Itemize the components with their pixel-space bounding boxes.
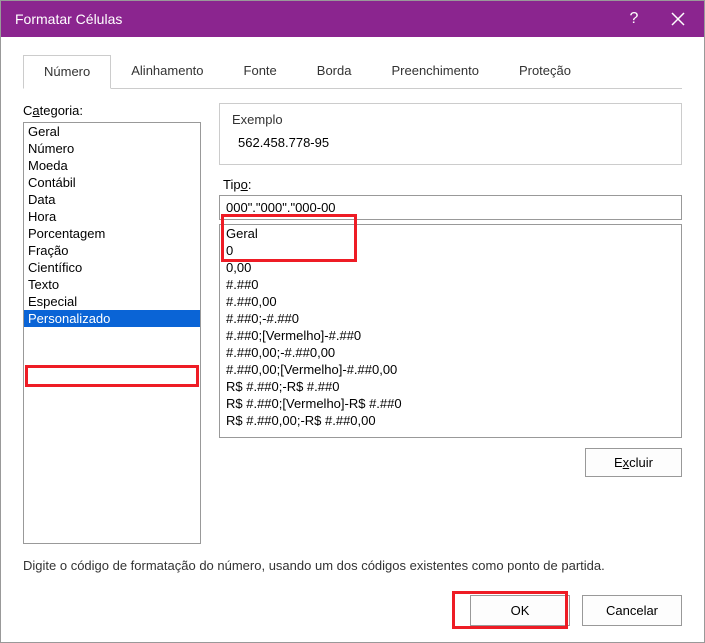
sample-legend: Exemplo	[232, 112, 669, 127]
help-button[interactable]: ?	[612, 1, 656, 37]
tab-font[interactable]: Fonte	[224, 55, 297, 88]
category-column: Categoria: Geral Número Moeda Contábil D…	[23, 103, 201, 544]
tab-strip: Número Alinhamento Fonte Borda Preenchim…	[23, 55, 682, 89]
titlebar: Formatar Células ?	[1, 1, 704, 37]
type-label: Tipo:	[219, 177, 682, 192]
format-listbox[interactable]: Geral 0 0,00 #.##0 #.##0,00 #.##0;-#.##0…	[219, 224, 682, 438]
category-item[interactable]: Texto	[24, 276, 200, 293]
format-item[interactable]: R$ #.##0,00;-R$ #.##0,00	[220, 412, 681, 429]
category-item[interactable]: Fração	[24, 242, 200, 259]
dialog-body: Número Alinhamento Fonte Borda Preenchim…	[1, 37, 704, 583]
format-item[interactable]: #.##0	[220, 276, 681, 293]
tab-number[interactable]: Número	[23, 55, 111, 89]
category-item[interactable]: Geral	[24, 123, 200, 140]
tab-fill[interactable]: Preenchimento	[371, 55, 498, 88]
tab-alignment[interactable]: Alinhamento	[111, 55, 223, 88]
category-item[interactable]: Especial	[24, 293, 200, 310]
category-item[interactable]: Moeda	[24, 157, 200, 174]
category-label: Categoria:	[23, 103, 201, 118]
ok-button[interactable]: OK	[470, 595, 570, 626]
sample-fieldset: Exemplo 562.458.778-95	[219, 103, 682, 165]
format-item[interactable]: Geral	[220, 225, 681, 242]
category-item[interactable]: Científico	[24, 259, 200, 276]
category-item-selected[interactable]: Personalizado	[24, 310, 200, 327]
format-item[interactable]: #.##0,00	[220, 293, 681, 310]
details-column: Exemplo 562.458.778-95 Tipo: Geral 0 0,0…	[219, 103, 682, 544]
hint-text: Digite o código de formatação do número,…	[23, 558, 682, 573]
window-title: Formatar Células	[15, 11, 612, 27]
sample-value: 562.458.778-95	[232, 133, 669, 152]
category-item[interactable]: Número	[24, 140, 200, 157]
close-button[interactable]	[656, 1, 700, 37]
category-listbox[interactable]: Geral Número Moeda Contábil Data Hora Po…	[23, 122, 201, 544]
format-item[interactable]: 0,00	[220, 259, 681, 276]
tab-border[interactable]: Borda	[297, 55, 372, 88]
format-item[interactable]: R$ #.##0;-R$ #.##0	[220, 378, 681, 395]
format-item[interactable]: R$ #.##0;[Vermelho]-R$ #.##0	[220, 395, 681, 412]
category-item[interactable]: Contábil	[24, 174, 200, 191]
format-item[interactable]: #.##0;[Vermelho]-#.##0	[220, 327, 681, 344]
delete-row: Excluir	[219, 448, 682, 477]
format-item[interactable]: #.##0;-#.##0	[220, 310, 681, 327]
category-item[interactable]: Porcentagem	[24, 225, 200, 242]
cancel-button[interactable]: Cancelar	[582, 595, 682, 626]
type-section: Tipo:	[219, 177, 682, 220]
close-icon	[671, 12, 685, 26]
format-item[interactable]: 0	[220, 242, 681, 259]
tab-content: Categoria: Geral Número Moeda Contábil D…	[23, 89, 682, 544]
category-item[interactable]: Hora	[24, 208, 200, 225]
tab-protection[interactable]: Proteção	[499, 55, 591, 88]
format-item[interactable]: #.##0,00;-#.##0,00	[220, 344, 681, 361]
format-cells-dialog: Formatar Células ? Número Alinhamento Fo…	[0, 0, 705, 643]
type-input[interactable]	[219, 195, 682, 220]
dialog-footer: OK Cancelar	[1, 583, 704, 642]
delete-button[interactable]: Excluir	[585, 448, 682, 477]
category-item[interactable]: Data	[24, 191, 200, 208]
format-item[interactable]: #.##0,00;[Vermelho]-#.##0,00	[220, 361, 681, 378]
